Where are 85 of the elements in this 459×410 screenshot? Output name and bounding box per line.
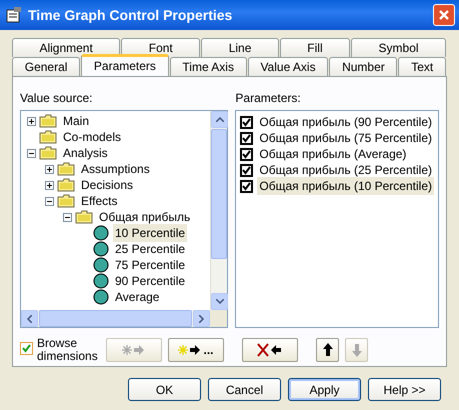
parameter-item[interactable]: Общая прибыль (75 Percentile): [257, 129, 434, 147]
tab[interactable]: Symbol: [351, 38, 446, 57]
tab[interactable]: Value Axis: [248, 57, 328, 76]
tab[interactable]: Number: [329, 57, 398, 76]
scroll-right-button[interactable]: [193, 310, 210, 327]
vertical-scrollbar[interactable]: [210, 111, 228, 310]
checkbox[interactable]: [240, 132, 254, 144]
horizontal-scrollbar[interactable]: [21, 310, 210, 327]
close-icon: [438, 9, 450, 21]
window-icon: [6, 7, 22, 23]
scrollbar-corner: [210, 310, 228, 327]
tree-item[interactable]: Analysis: [61, 144, 110, 162]
collapse-toggle[interactable]: [63, 212, 72, 222]
browse-dimensions-label: Browse dimensions: [37, 337, 99, 363]
folder-icon: [57, 162, 75, 176]
folder-icon: [39, 146, 57, 160]
tab[interactable]: Alignment: [12, 38, 120, 57]
tree-item[interactable]: 25 Percentile: [113, 240, 188, 258]
folder-icon: [39, 114, 57, 128]
dialog-button[interactable]: Cancel: [208, 378, 281, 401]
cross-arrow-icon: [257, 342, 283, 358]
folder-icon: [57, 178, 75, 192]
parameters-label: Parameters:: [235, 90, 302, 107]
tree-item[interactable]: 10 Percentile: [113, 224, 188, 242]
dialog-button[interactable]: Help >>: [368, 378, 441, 401]
expand-toggle[interactable]: [45, 164, 54, 174]
dialog-button[interactable]: Apply: [288, 378, 361, 401]
tree-item[interactable]: Assumptions: [79, 160, 152, 178]
expand-toggle[interactable]: [27, 116, 36, 126]
star-arrow-icon: [178, 342, 202, 358]
checkbox[interactable]: [240, 164, 254, 176]
star-arrow-icon: [122, 342, 146, 358]
close-button[interactable]: [433, 4, 455, 26]
tab[interactable]: Parameters: [81, 54, 169, 76]
collapse-toggle[interactable]: [45, 196, 54, 206]
tree-item[interactable]: Decisions: [79, 176, 136, 194]
folder-icon: [39, 130, 57, 144]
tab[interactable]: Time Axis: [170, 57, 247, 76]
circle-icon: [93, 241, 109, 257]
caret-left-icon: [27, 314, 32, 322]
collapse-toggle[interactable]: [27, 148, 36, 158]
checkbox[interactable]: [240, 180, 254, 192]
scroll-left-button[interactable]: [21, 310, 38, 327]
checkbox[interactable]: [240, 116, 254, 128]
tab[interactable]: Font: [121, 38, 200, 57]
checkbox[interactable]: [20, 342, 33, 355]
up-button[interactable]: [316, 338, 339, 362]
add-more-button[interactable]: ...: [168, 338, 224, 362]
folder-icon: [75, 210, 93, 224]
caret-down-icon: [216, 299, 224, 304]
tree-item[interactable]: Average: [113, 288, 162, 306]
tree-item[interactable]: 90 Percentile: [113, 272, 188, 290]
dialog-button[interactable]: OK: [128, 378, 201, 401]
parameter-item[interactable]: Общая прибыль (25 Percentile): [257, 161, 434, 179]
tree-view[interactable]: Main Co-models Analysis Assumptions Decisions Effects Общая прибыль 10 Percentile 25 Percentile 75 Percentile 90 Percentile Average: [20, 110, 228, 328]
tab[interactable]: General: [12, 57, 80, 76]
parameter-item[interactable]: Общая прибыль (10 Percentile): [257, 177, 434, 195]
tab[interactable]: Text: [398, 57, 446, 76]
up-arrow-icon: [322, 342, 334, 358]
circle-icon: [93, 225, 109, 241]
tree-item[interactable]: Effects: [79, 192, 120, 210]
scroll-down-button[interactable]: [211, 293, 228, 310]
circle-icon: [93, 289, 109, 305]
scroll-thumb[interactable]: [211, 129, 228, 259]
parameter-item[interactable]: Общая прибыль (Average): [257, 145, 408, 163]
circle-icon: [93, 257, 109, 273]
tab[interactable]: Fill: [280, 38, 350, 57]
tree-item[interactable]: Общая прибыль: [97, 208, 192, 226]
scroll-up-button[interactable]: [211, 111, 228, 128]
tree-item[interactable]: Main: [61, 112, 92, 130]
caret-up-icon: [216, 117, 224, 122]
checkbox[interactable]: [240, 148, 254, 160]
parameter-item[interactable]: Общая прибыль (90 Percentile): [257, 113, 434, 131]
caret-right-icon: [199, 314, 204, 322]
tree-item[interactable]: 75 Percentile: [113, 256, 188, 274]
tab[interactable]: Line: [201, 38, 279, 57]
window-title: Time Graph Control Properties: [28, 6, 234, 25]
scroll-thumb[interactable]: [39, 310, 192, 327]
circle-icon: [93, 273, 109, 289]
tree-item[interactable]: Co-models: [61, 128, 124, 146]
folder-icon: [57, 194, 75, 208]
remove-button[interactable]: [242, 338, 298, 362]
value-source-label: Value source:: [20, 90, 94, 107]
expand-toggle[interactable]: [45, 180, 54, 190]
down-arrow-icon: [350, 342, 362, 358]
